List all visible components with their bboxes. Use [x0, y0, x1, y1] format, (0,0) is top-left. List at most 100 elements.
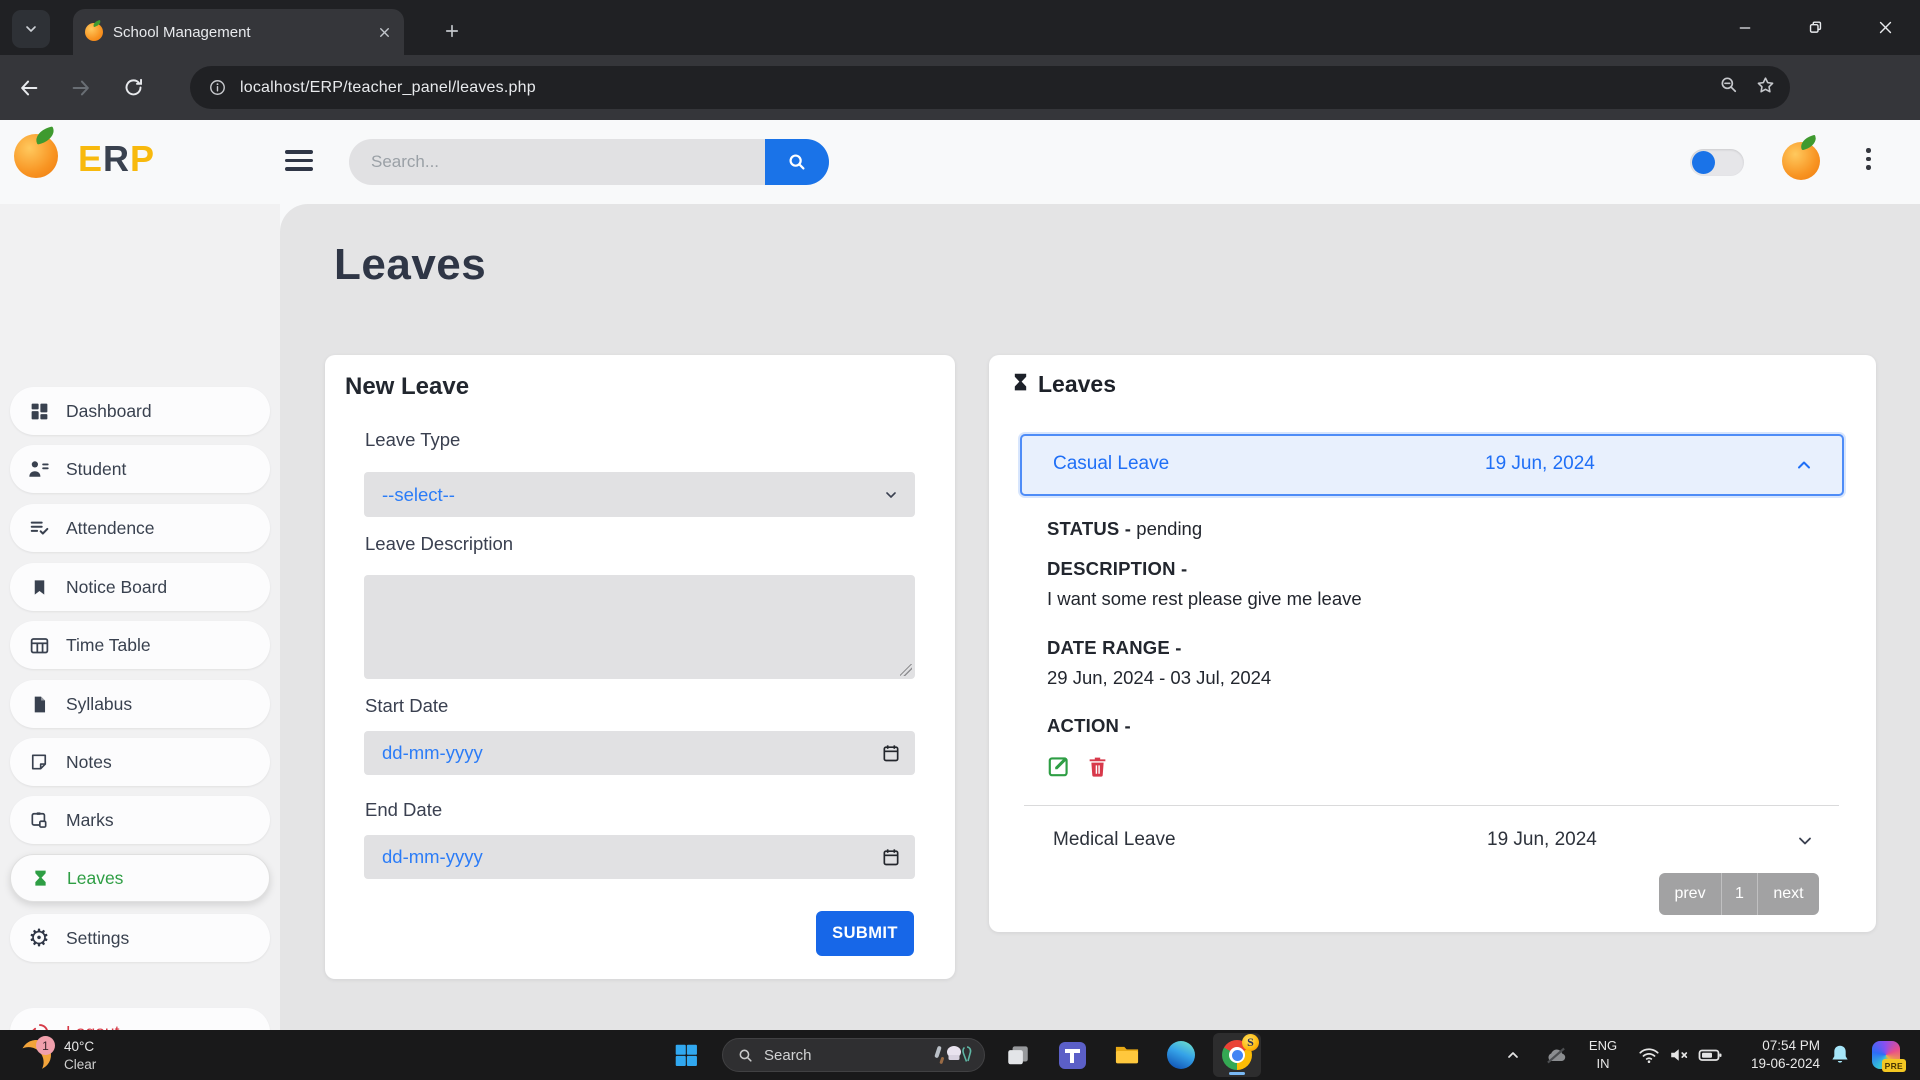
start-date-placeholder: dd-mm-yyyy — [382, 742, 881, 764]
header-menu-icon[interactable] — [1866, 148, 1871, 170]
file-explorer-button[interactable] — [1104, 1030, 1150, 1080]
logo-letter: P — [130, 138, 155, 179]
clock-widget[interactable]: 07:54 PM 19-06-2024 — [1740, 1037, 1820, 1073]
sidebar-item-label: Marks — [66, 810, 114, 831]
pagination-page-button[interactable]: 1 — [1721, 873, 1757, 915]
volume-muted-indicator[interactable] — [1662, 1030, 1696, 1080]
taskbar-search[interactable]: Search — [722, 1038, 985, 1072]
profile-orange-icon[interactable] — [1782, 142, 1820, 180]
toggle-knob — [1692, 151, 1715, 174]
leaves-list-card: Leaves Casual Leave 19 Jun, 2024 STATUS … — [989, 355, 1876, 932]
status-value: pending — [1136, 518, 1202, 539]
bookmark-star-icon[interactable] — [1755, 75, 1776, 101]
attendance-icon — [28, 517, 50, 539]
back-button[interactable] — [6, 65, 52, 111]
clock-time: 07:54 PM — [1740, 1037, 1820, 1055]
search-input[interactable] — [349, 139, 765, 185]
sidebar-item-attendence[interactable]: Attendence — [10, 504, 270, 552]
forward-button[interactable] — [58, 65, 104, 111]
copilot-icon: PRE — [1872, 1041, 1900, 1069]
leave-entry-medical[interactable]: Medical Leave 19 Jun, 2024 — [1024, 817, 1839, 867]
edge-icon — [1167, 1041, 1195, 1069]
search-highlight-cooking-icon — [934, 1044, 974, 1066]
taskbar-search-label: Search — [764, 1047, 924, 1064]
sidebar-item-notes[interactable]: Notes — [10, 738, 270, 786]
logo-letter: E — [78, 138, 103, 179]
leave-type-text: Medical Leave — [1053, 829, 1176, 851]
sidebar-item-notice-board[interactable]: Notice Board — [10, 563, 270, 611]
leave-type-text: Casual Leave — [1053, 453, 1169, 475]
onedrive-button[interactable] — [1536, 1030, 1576, 1080]
leave-description-textarea[interactable] — [364, 575, 915, 679]
start-date-input[interactable]: dd-mm-yyyy — [364, 731, 915, 775]
taskbar: 1 40°C Clear Search S — [0, 1030, 1920, 1080]
tab-close-icon[interactable] — [377, 25, 392, 40]
close-icon — [1877, 19, 1894, 36]
search-button[interactable] — [765, 139, 829, 185]
speaker-mute-icon — [1668, 1044, 1690, 1066]
start-date-label: Start Date — [365, 695, 448, 717]
sidebar-item-time-table[interactable]: Time Table — [10, 621, 270, 669]
browser-tab[interactable]: School Management — [73, 9, 404, 55]
resize-grip[interactable] — [900, 664, 912, 676]
teams-button[interactable] — [1050, 1030, 1094, 1080]
site-logo[interactable]: ERP — [78, 138, 155, 180]
new-tab-button[interactable] — [435, 14, 469, 48]
sidebar-item-syllabus[interactable]: Syllabus — [10, 680, 270, 728]
hamburger-menu-icon[interactable] — [285, 150, 313, 171]
date-range-value: 29 Jun, 2024 - 03 Jul, 2024 — [1047, 667, 1271, 689]
language-indicator[interactable]: ENG IN — [1583, 1037, 1623, 1073]
tab-search-button[interactable] — [12, 10, 50, 48]
submit-button[interactable]: SUBMIT — [816, 911, 914, 956]
wifi-indicator[interactable] — [1632, 1030, 1666, 1080]
tray-expand-button[interactable] — [1494, 1030, 1532, 1080]
zoom-out-icon[interactable] — [1719, 75, 1739, 100]
sidebar-item-marks[interactable]: Marks — [10, 796, 270, 844]
chevron-down-icon — [23, 21, 39, 37]
reload-button[interactable] — [110, 65, 156, 111]
window-restore-button[interactable] — [1786, 0, 1844, 55]
web-page: ERP Dashboard Student — [0, 120, 1920, 1030]
leave-type-select[interactable]: --select-- — [364, 472, 915, 517]
notification-badge: 1 — [36, 1036, 55, 1055]
hourglass-icon — [1010, 372, 1031, 398]
notification-bell-button[interactable] — [1822, 1030, 1858, 1080]
calendar-icon[interactable] — [881, 743, 901, 763]
theme-toggle[interactable] — [1690, 149, 1744, 176]
language-region: IN — [1583, 1055, 1623, 1073]
forward-arrow-icon — [70, 77, 92, 99]
pagination-prev-button[interactable]: prev — [1659, 873, 1721, 915]
action-label: ACTION - — [1047, 715, 1131, 737]
sidebar-item-student[interactable]: Student — [10, 445, 270, 493]
chevron-up-icon[interactable] — [1794, 455, 1814, 480]
sidebar-item-dashboard[interactable]: Dashboard — [10, 387, 270, 435]
pagination-next-button[interactable]: next — [1757, 873, 1819, 915]
address-bar[interactable]: localhost/ERP/teacher_panel/leaves.php — [190, 66, 1790, 109]
chrome-button[interactable]: S — [1213, 1033, 1261, 1077]
copilot-button[interactable]: PRE — [1864, 1030, 1908, 1080]
window-minimize-button[interactable] — [1716, 0, 1774, 55]
end-date-input[interactable]: dd-mm-yyyy — [364, 835, 915, 879]
calendar-icon[interactable] — [881, 847, 901, 867]
description-label: DESCRIPTION - — [1047, 558, 1187, 580]
sidebar-item-leaves[interactable]: Leaves — [10, 854, 270, 902]
task-view-button[interactable] — [998, 1030, 1038, 1080]
bookmark-icon — [28, 576, 50, 598]
weather-text[interactable]: 40°C Clear — [64, 1038, 96, 1073]
edge-button[interactable] — [1158, 1030, 1204, 1080]
hourglass-icon — [29, 867, 51, 889]
battery-indicator[interactable] — [1692, 1030, 1728, 1080]
edit-icon[interactable] — [1046, 753, 1072, 784]
page-info-icon[interactable] — [200, 71, 234, 105]
start-button[interactable] — [664, 1030, 708, 1080]
chevron-down-icon[interactable] — [1795, 831, 1815, 856]
pagination: prev 1 next — [1659, 873, 1819, 915]
leave-entry-casual[interactable]: Casual Leave 19 Jun, 2024 — [1020, 434, 1844, 496]
sidebar-item-settings[interactable]: ⚙ Settings — [10, 914, 270, 962]
bell-icon — [1828, 1043, 1852, 1067]
url-text[interactable]: localhost/ERP/teacher_panel/leaves.php — [240, 79, 1719, 97]
sidebar: Dashboard Student Attendence Notice Boar… — [0, 204, 280, 1030]
file-icon — [28, 693, 50, 715]
window-close-button[interactable] — [1856, 0, 1914, 55]
delete-icon[interactable] — [1086, 755, 1109, 783]
